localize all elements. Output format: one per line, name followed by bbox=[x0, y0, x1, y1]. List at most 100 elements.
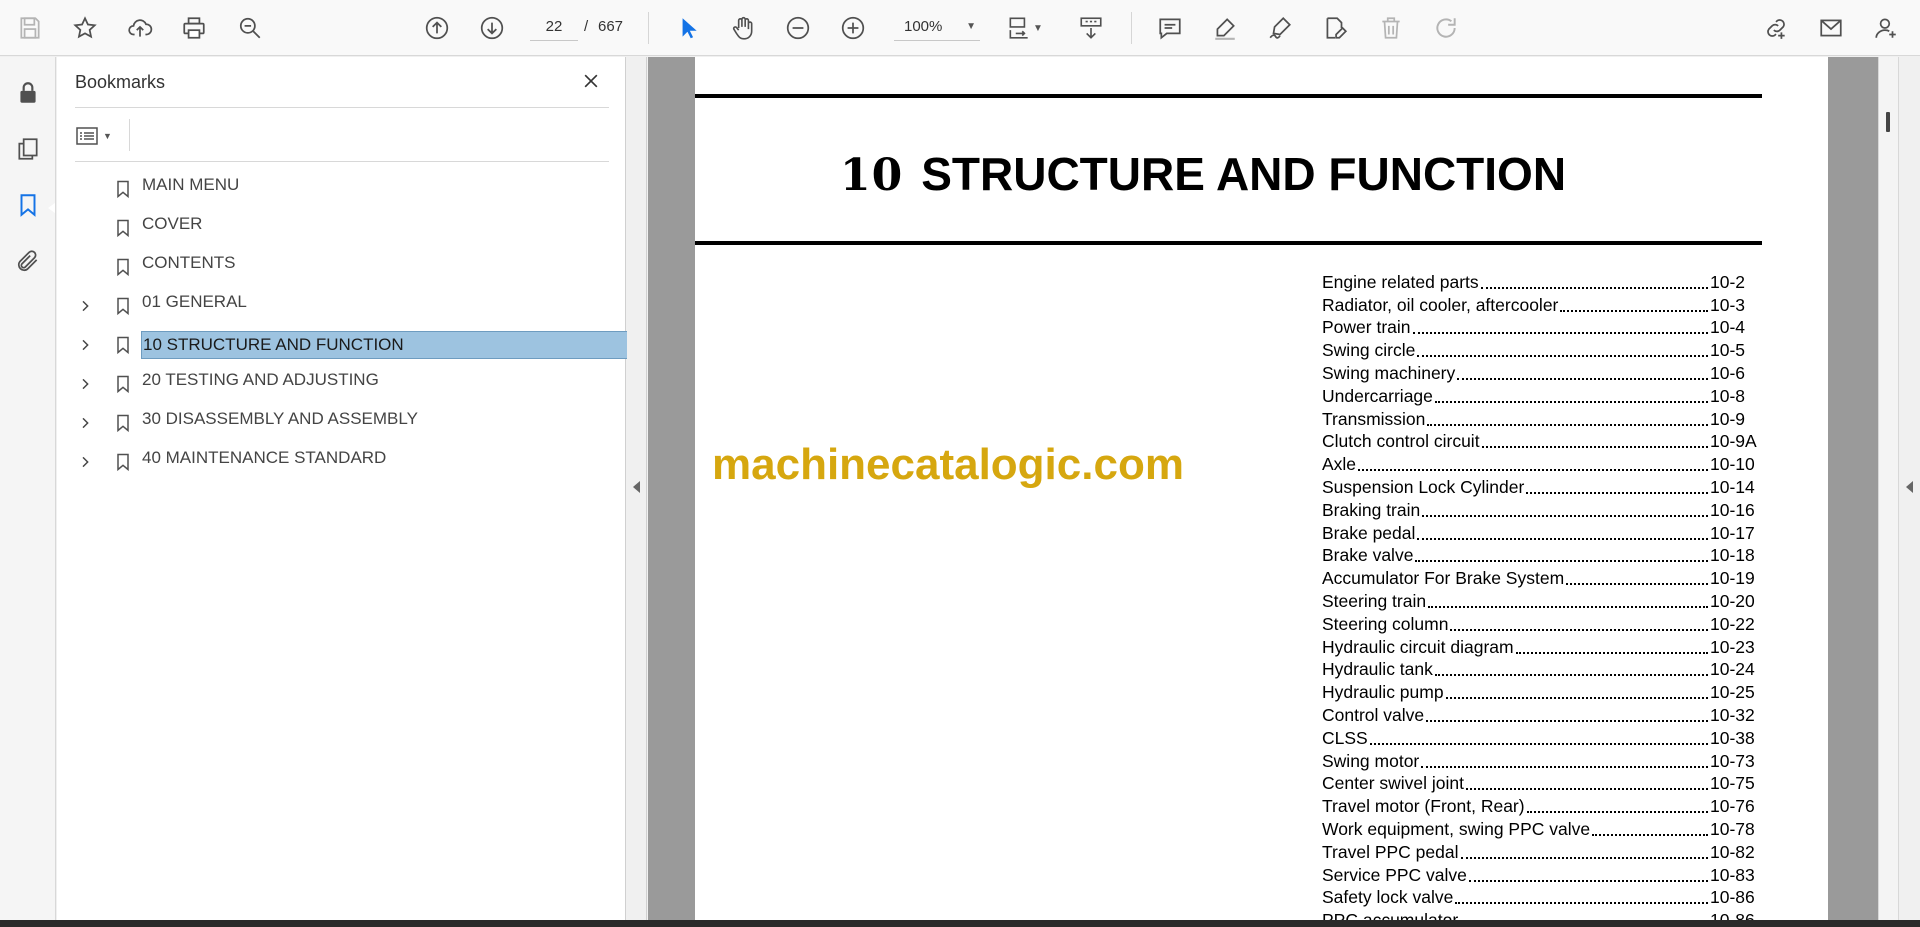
pdf-page: 10 STRUCTURE AND FUNCTION machinecatalogi… bbox=[695, 57, 1828, 920]
chevron-right-icon[interactable] bbox=[75, 452, 95, 472]
lock-icon[interactable] bbox=[12, 77, 44, 109]
scrollbar-thumb[interactable] bbox=[1886, 112, 1890, 132]
chevron-right-icon[interactable] bbox=[75, 374, 95, 394]
zoom-out-icon[interactable] bbox=[782, 12, 814, 44]
toc-entry[interactable]: Power train 10-4 bbox=[1322, 316, 1762, 339]
panel-collapse-handle[interactable] bbox=[627, 57, 647, 920]
account-icon[interactable] bbox=[1870, 12, 1902, 44]
toc-entry[interactable]: Brake valve 10-18 bbox=[1322, 544, 1762, 567]
hand-icon[interactable] bbox=[727, 12, 759, 44]
highlight-icon[interactable] bbox=[1209, 12, 1241, 44]
toc-leader bbox=[1592, 832, 1708, 836]
right-panel-toggle[interactable] bbox=[1898, 57, 1920, 920]
toc-entry[interactable]: Swing circle 10-5 bbox=[1322, 338, 1762, 361]
bookmark-item[interactable]: MAIN MENU bbox=[75, 173, 609, 205]
delete-icon[interactable] bbox=[1375, 12, 1407, 44]
upload-icon[interactable] bbox=[124, 12, 156, 44]
bookmark-ribbon-icon bbox=[113, 217, 133, 239]
toc-entry[interactable]: Service PPC valve 10-83 bbox=[1322, 863, 1762, 886]
active-pointer bbox=[48, 203, 55, 213]
attachment-icon[interactable] bbox=[12, 245, 44, 277]
toc-page: 10-82 bbox=[1710, 841, 1755, 862]
page-number-input[interactable] bbox=[530, 13, 578, 41]
bookmark-options-button[interactable]: ▼ bbox=[75, 121, 121, 151]
toc-entry[interactable]: Axle 10-10 bbox=[1322, 452, 1762, 475]
toc-entry[interactable]: Hydraulic circuit diagram 10-23 bbox=[1322, 635, 1762, 658]
toc-leader bbox=[1480, 285, 1708, 289]
vertical-scrollbar[interactable] bbox=[1878, 57, 1898, 920]
toc-leader bbox=[1421, 764, 1708, 768]
find-icon[interactable] bbox=[234, 12, 266, 44]
bookmark-item[interactable]: CONTENTS bbox=[75, 251, 609, 283]
toc-entry[interactable]: PPC accumulator 10-86 bbox=[1322, 908, 1762, 920]
toc-entry[interactable]: Hydraulic pump 10-25 bbox=[1322, 680, 1762, 703]
toc-entry[interactable]: Travel PPC pedal 10-82 bbox=[1322, 840, 1762, 863]
bookmark-ribbon-icon bbox=[113, 451, 133, 473]
zoom-select[interactable]: 100% ▼ bbox=[894, 13, 980, 41]
comment-icon[interactable] bbox=[1154, 12, 1186, 44]
toc-entry[interactable]: Transmission 10-9 bbox=[1322, 407, 1762, 430]
toc-leader bbox=[1445, 695, 1708, 700]
toc-entry[interactable]: Braking train 10-16 bbox=[1322, 498, 1762, 521]
toc-entry[interactable]: Brake pedal 10-17 bbox=[1322, 521, 1762, 544]
print-icon[interactable] bbox=[178, 12, 210, 44]
document-viewport[interactable]: 10 STRUCTURE AND FUNCTION machinecatalogi… bbox=[648, 57, 1878, 920]
redo-icon[interactable] bbox=[1430, 12, 1462, 44]
toc-entry[interactable]: Hydraulic tank 10-24 bbox=[1322, 658, 1762, 681]
toc-entry[interactable]: Travel motor (Front, Rear) 10-76 bbox=[1322, 794, 1762, 817]
toc-entry[interactable]: Safety lock valve 10-86 bbox=[1322, 886, 1762, 909]
page-down-icon[interactable] bbox=[476, 12, 508, 44]
bookmark-item[interactable]: 20 TESTING AND ADJUSTING bbox=[75, 368, 609, 400]
toc-entry[interactable]: Accumulator For Brake System 10-19 bbox=[1322, 566, 1762, 589]
bookmark-label: 30 DISASSEMBLY AND ASSEMBLY bbox=[142, 409, 418, 428]
close-icon[interactable] bbox=[577, 67, 605, 95]
toc-entry[interactable]: Radiator, oil cooler, aftercooler 10-3 bbox=[1322, 293, 1762, 316]
bookmark-item[interactable]: 01 GENERAL bbox=[75, 290, 609, 322]
star-icon[interactable] bbox=[69, 12, 101, 44]
toc-entry[interactable]: Swing motor 10-73 bbox=[1322, 749, 1762, 772]
toc-title: Brake valve bbox=[1322, 545, 1414, 566]
chevron-right-icon[interactable] bbox=[75, 413, 95, 433]
share-link-icon[interactable] bbox=[1760, 12, 1792, 44]
chevron-right-icon[interactable] bbox=[75, 296, 95, 316]
toc-leader bbox=[1412, 330, 1708, 335]
edit-pdf-icon[interactable] bbox=[1319, 12, 1351, 44]
bookmark-ribbon-icon bbox=[113, 334, 133, 356]
zoom-in-icon[interactable] bbox=[837, 12, 869, 44]
toc-entry[interactable]: Swing machinery 10-6 bbox=[1322, 361, 1762, 384]
toc-entry[interactable]: Clutch control circuit 10-9A bbox=[1322, 430, 1762, 453]
bookmark-item[interactable]: 40 MAINTENANCE STANDARD bbox=[75, 446, 609, 478]
chevron-down-icon: ▼ bbox=[966, 21, 976, 32]
select-cursor-icon[interactable] bbox=[672, 12, 704, 44]
toc-entry[interactable]: Steering train 10-20 bbox=[1322, 589, 1762, 612]
bookmark-item[interactable]: 10 STRUCTURE AND FUNCTION bbox=[75, 329, 633, 361]
chevron-right-icon[interactable] bbox=[75, 335, 95, 355]
save-icon[interactable] bbox=[14, 12, 46, 44]
toc-title: Safety lock valve bbox=[1322, 887, 1454, 908]
bookmark-item[interactable]: COVER bbox=[75, 212, 609, 244]
toc-page: 10-86 bbox=[1710, 909, 1762, 920]
page-up-icon[interactable] bbox=[421, 12, 453, 44]
toc-title: Transmission bbox=[1322, 408, 1426, 429]
toc-entry[interactable]: Work equipment, swing PPC valve 10-78 bbox=[1322, 817, 1762, 840]
toc-title: Swing motor bbox=[1322, 750, 1420, 771]
bookmark-item[interactable]: 30 DISASSEMBLY AND ASSEMBLY bbox=[75, 407, 609, 439]
toc-entry[interactable]: Engine related parts 10-2 bbox=[1322, 270, 1762, 293]
toc-leader bbox=[1417, 536, 1708, 540]
taskbar-edge bbox=[0, 920, 1920, 927]
toc-page: 10-18 bbox=[1710, 545, 1755, 566]
email-icon[interactable] bbox=[1815, 12, 1847, 44]
sign-icon[interactable] bbox=[1264, 12, 1296, 44]
toc-entry[interactable]: Undercarriage 10-8 bbox=[1322, 384, 1762, 407]
toc-entry[interactable]: Center swivel joint 10-75 bbox=[1322, 772, 1762, 795]
toc-entry[interactable]: Suspension Lock Cylinder 10-14 bbox=[1322, 475, 1762, 498]
bookmark-icon[interactable] bbox=[12, 189, 44, 221]
chevron-down-icon[interactable]: ▼ bbox=[1030, 12, 1046, 44]
toc-page: 10-78 bbox=[1710, 818, 1755, 839]
toc-entry[interactable]: CLSS 10-38 bbox=[1322, 726, 1762, 749]
scroll-mode-icon[interactable] bbox=[1075, 12, 1107, 44]
toc-page: 10-25 bbox=[1710, 682, 1755, 703]
toc-entry[interactable]: Steering column 10-22 bbox=[1322, 612, 1762, 635]
toc-entry[interactable]: Control valve 10-32 bbox=[1322, 703, 1762, 726]
pages-icon[interactable] bbox=[12, 133, 44, 165]
